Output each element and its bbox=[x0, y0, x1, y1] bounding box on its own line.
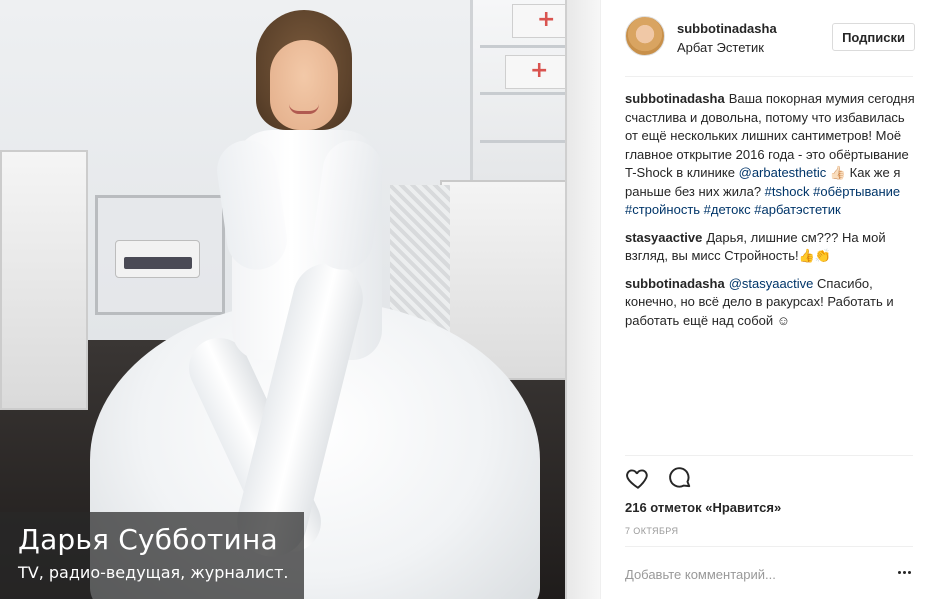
header-divider bbox=[625, 76, 913, 77]
add-comment-input[interactable] bbox=[625, 563, 887, 585]
comment-username-link[interactable]: subbotinadasha bbox=[625, 276, 725, 291]
post-date: 7 октября bbox=[625, 526, 679, 536]
comments-list: subbotinadasha Ваша покорная мумия сегодн… bbox=[625, 90, 915, 450]
photo-person-face bbox=[270, 40, 338, 130]
caption-subtitle: TV, радио-ведущая, журналист. bbox=[18, 563, 289, 582]
photo-device bbox=[115, 240, 200, 278]
post-actions bbox=[625, 465, 705, 491]
hashtag-link[interactable]: #детокс bbox=[704, 202, 751, 217]
dot bbox=[908, 571, 911, 574]
post-header: subbotinadasha Арбат Эстетик Подписки bbox=[625, 16, 915, 60]
comment-bubble-icon[interactable] bbox=[667, 465, 693, 491]
following-button[interactable]: Подписки bbox=[832, 23, 915, 51]
hashtag-link[interactable]: #стройность bbox=[625, 202, 700, 217]
comment-username-link[interactable]: stasyaactive bbox=[625, 230, 702, 245]
caption-name: Дарья Субботина bbox=[18, 523, 278, 556]
photo-door bbox=[565, 0, 600, 599]
author-username-link[interactable]: subbotinadasha bbox=[677, 21, 777, 37]
avatar[interactable] bbox=[625, 16, 665, 56]
post-photo[interactable]: Дарья Субботина TV, радио-ведущая, журна… bbox=[0, 0, 600, 599]
dot bbox=[898, 571, 901, 574]
mention-link[interactable]: @stasyaactive bbox=[729, 276, 814, 291]
actions-divider bbox=[625, 455, 913, 456]
more-options-icon[interactable] bbox=[897, 565, 919, 581]
hashtag-link[interactable]: #арбатэстетик bbox=[754, 202, 840, 217]
hashtag-link[interactable]: #обёртывание bbox=[813, 184, 900, 199]
comment-username-link[interactable]: subbotinadasha bbox=[625, 91, 725, 106]
dot bbox=[903, 571, 906, 574]
comment-bubble-icon-shape bbox=[669, 467, 691, 488]
post-side-panel: subbotinadasha Арбат Эстетик Подписки su… bbox=[600, 0, 935, 599]
photo-caption-overlay: Дарья Субботина TV, радио-ведущая, журна… bbox=[0, 512, 304, 599]
post-author: subbotinadasha Арбат Эстетик bbox=[677, 21, 777, 57]
caption-comment: subbotinadasha Ваша покорная мумия сегодн… bbox=[625, 90, 915, 220]
location-link[interactable]: Арбат Эстетик bbox=[677, 39, 777, 57]
comment-input-divider bbox=[625, 546, 913, 547]
comment-item: subbotinadasha @stasyaactive Спасибо, кон… bbox=[625, 275, 915, 331]
heart-icon[interactable] bbox=[625, 465, 651, 491]
likes-count-link[interactable]: 216 отметок «Нравится» bbox=[625, 500, 781, 515]
heart-icon-shape bbox=[626, 469, 648, 489]
mention-link[interactable]: @arbatesthetic bbox=[739, 165, 827, 180]
photo-left-cabinet bbox=[0, 150, 88, 410]
comment-item: stasyaactive Дарья, лишние см??? На мой в… bbox=[625, 229, 915, 266]
first-aid-box bbox=[505, 55, 567, 89]
hashtag-link[interactable]: #tshock bbox=[765, 184, 810, 199]
